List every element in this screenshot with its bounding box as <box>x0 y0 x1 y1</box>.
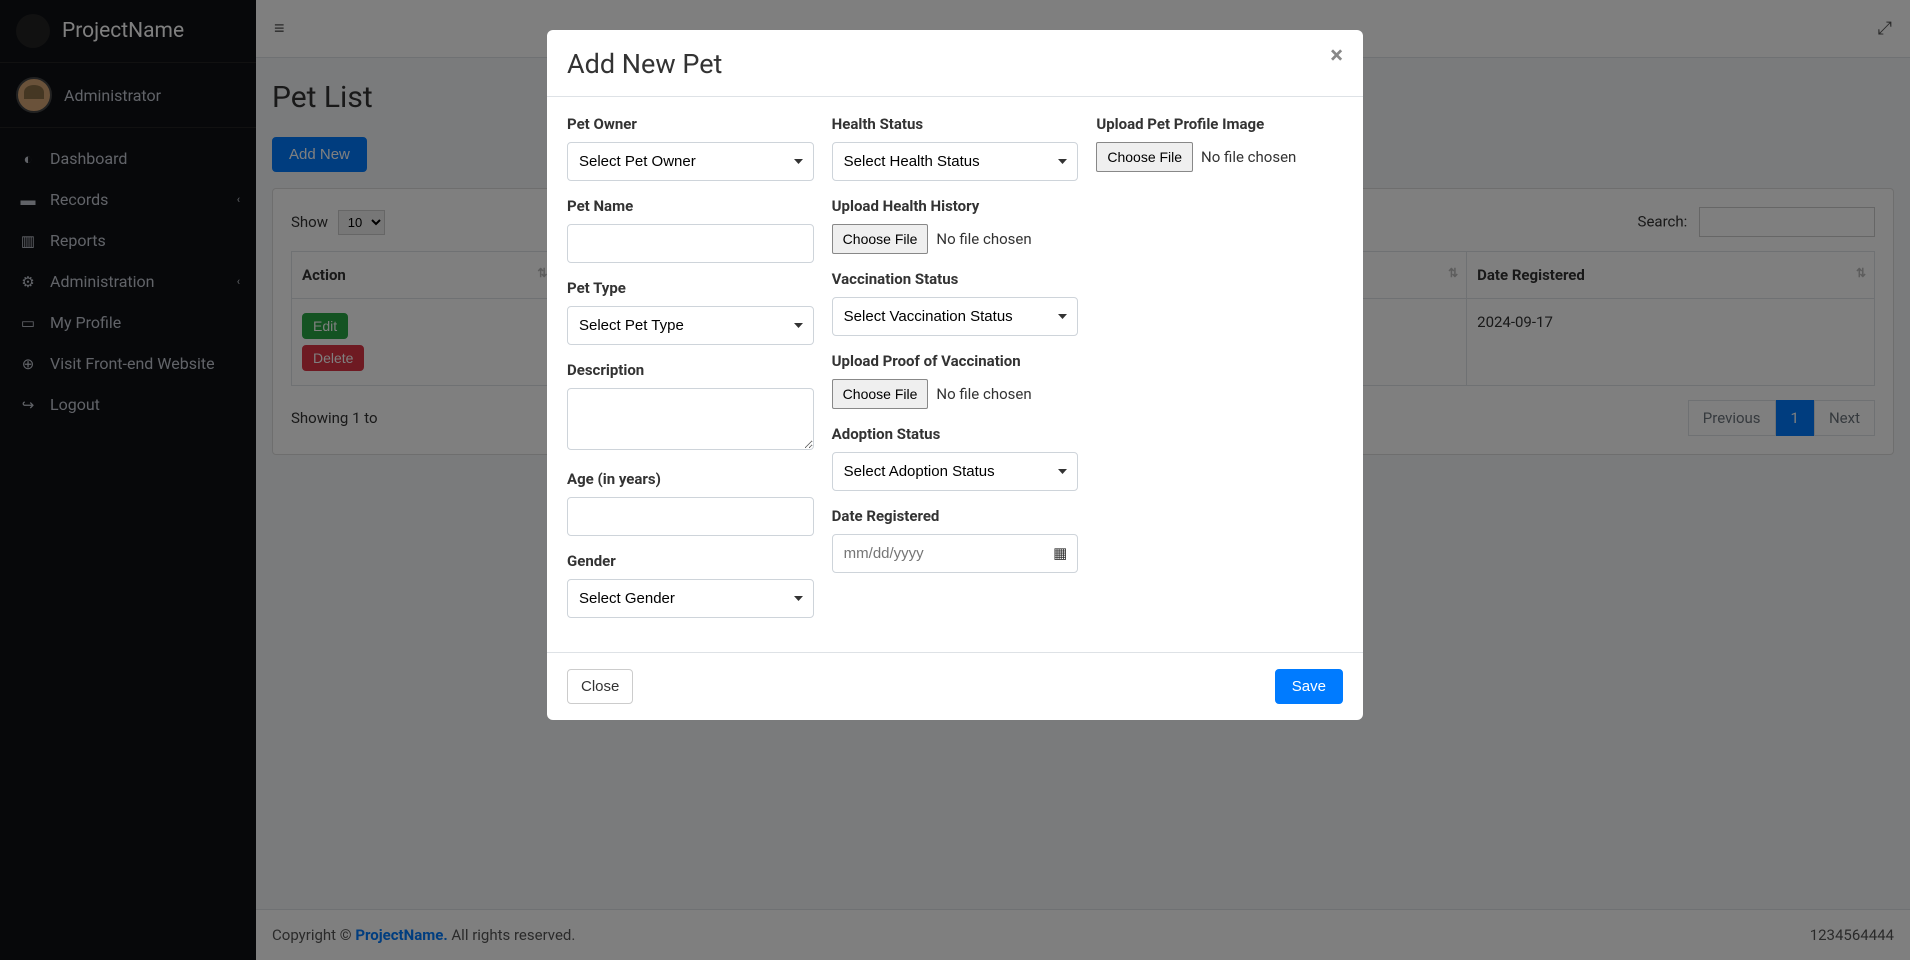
file-status-proof: No file chosen <box>936 385 1031 403</box>
choose-file-proof-button[interactable]: Choose File <box>832 379 929 409</box>
modal-header: Add New Pet × <box>547 30 1363 97</box>
pet-name-label: Pet Name <box>567 197 814 215</box>
save-button[interactable]: Save <box>1275 669 1343 704</box>
add-pet-modal: Add New Pet × Pet Owner Select Pet Owner… <box>547 30 1363 720</box>
pet-type-label: Pet Type <box>567 279 814 297</box>
gender-label: Gender <box>567 552 814 570</box>
choose-file-profile-button[interactable]: Choose File <box>1096 142 1193 172</box>
upload-proof-label: Upload Proof of Vaccination <box>832 352 1079 370</box>
upload-health-history-label: Upload Health History <box>832 197 1079 215</box>
modal-title: Add New Pet <box>567 48 722 80</box>
file-status-health: No file chosen <box>936 230 1031 248</box>
pet-owner-label: Pet Owner <box>567 115 814 133</box>
modal-footer: Close Save <box>547 652 1363 720</box>
gender-select[interactable]: Select Gender <box>567 579 814 618</box>
date-registered-label: Date Registered <box>832 507 1079 525</box>
description-textarea[interactable] <box>567 388 814 450</box>
vaccination-status-label: Vaccination Status <box>832 270 1079 288</box>
close-button[interactable]: Close <box>567 669 633 704</box>
upload-profile-label: Upload Pet Profile Image <box>1096 115 1343 133</box>
choose-file-health-button[interactable]: Choose File <box>832 224 929 254</box>
adoption-status-label: Adoption Status <box>832 425 1079 443</box>
modal-col-2: Health Status Select Health Status Uploa… <box>832 115 1079 634</box>
health-status-label: Health Status <box>832 115 1079 133</box>
description-label: Description <box>567 361 814 379</box>
date-registered-input[interactable] <box>832 534 1079 573</box>
modal-col-3: Upload Pet Profile Image Choose File No … <box>1096 115 1343 634</box>
modal-col-1: Pet Owner Select Pet Owner Pet Name Pet … <box>567 115 814 634</box>
age-input[interactable] <box>567 497 814 536</box>
pet-owner-select[interactable]: Select Pet Owner <box>567 142 814 181</box>
pet-type-select[interactable]: Select Pet Type <box>567 306 814 345</box>
modal-body: Pet Owner Select Pet Owner Pet Name Pet … <box>547 97 1363 652</box>
vaccination-status-select[interactable]: Select Vaccination Status <box>832 297 1079 336</box>
pet-name-input[interactable] <box>567 224 814 263</box>
health-status-select[interactable]: Select Health Status <box>832 142 1079 181</box>
age-label: Age (in years) <box>567 470 814 488</box>
file-status-profile: No file chosen <box>1201 148 1296 166</box>
close-icon[interactable]: × <box>1330 48 1343 62</box>
modal-overlay[interactable]: Add New Pet × Pet Owner Select Pet Owner… <box>0 0 1910 960</box>
adoption-status-select[interactable]: Select Adoption Status <box>832 452 1079 491</box>
